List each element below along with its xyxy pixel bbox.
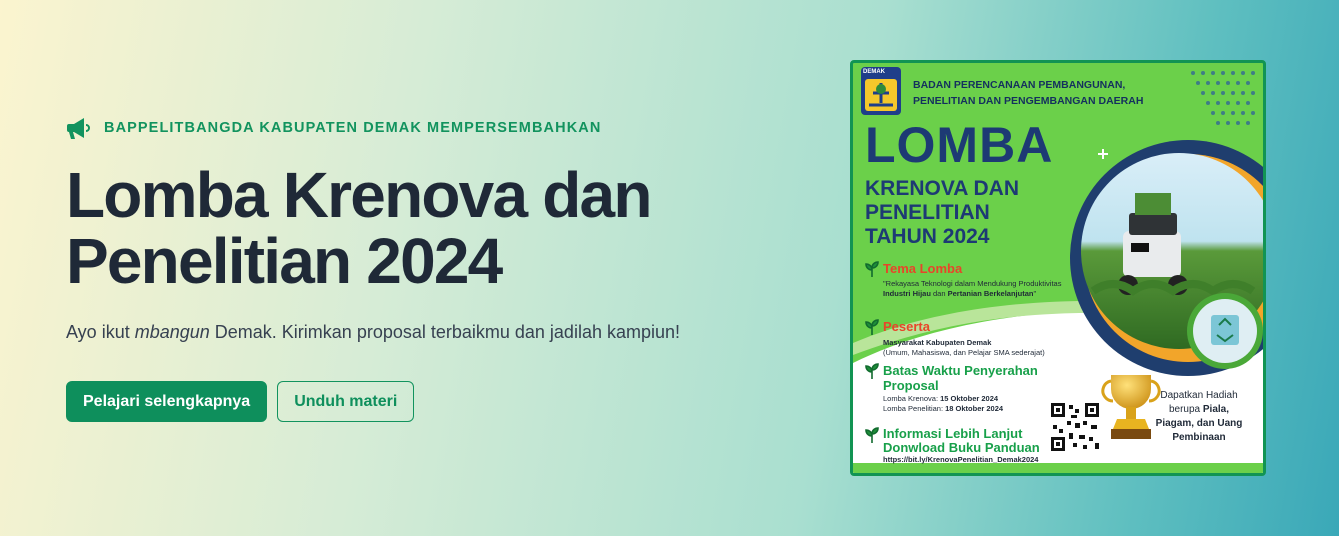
poster-headline: LOMBA bbox=[865, 117, 1054, 173]
subtitle-text-after: Demak. Kirimkan proposal terbaikmu dan j… bbox=[209, 322, 681, 342]
deadline-penelitian: Lomba Penelitian: 18 Oktober 2024 bbox=[883, 404, 1053, 414]
participants-line-2: (Umum, Mahasiswa, dan Pelajar SMA sedera… bbox=[883, 348, 1045, 357]
deadline-krenova: Lomba Krenova: 15 Oktober 2024 bbox=[883, 394, 1053, 404]
hero-section: BAPPELITBANGDA KABUPATEN DEMAK MEMPERSEM… bbox=[66, 116, 786, 422]
eyebrow-text: BAPPELITBANGDA KABUPATEN DEMAK MEMPERSEM… bbox=[104, 120, 602, 136]
poster-participants-description: Masyarakat Kabupaten Demak (Umum, Mahasi… bbox=[883, 338, 1083, 358]
subtitle-text-before: Ayo ikut bbox=[66, 322, 135, 342]
deadline-krenova-label: Lomba Krenova: bbox=[883, 394, 941, 403]
button-row: Pelajari selengkapnya Unduh materi bbox=[66, 381, 786, 422]
leaf-icon bbox=[865, 261, 879, 277]
leaf-icon bbox=[865, 427, 879, 443]
poster-org-line-2: PENELITIAN DAN PENGEMBANGAN DAERAH bbox=[913, 95, 1144, 107]
poster-logo-text: DEMAK bbox=[863, 69, 885, 75]
poster-subheadline-line-2: PENELITIAN bbox=[865, 201, 990, 224]
poster-participants-title: Peserta bbox=[883, 319, 930, 334]
poster-prize-text: Dapatkan Hadiah berupa Piala, Piagam, da… bbox=[1151, 389, 1247, 445]
poster-theme-description: "Rekayasa Teknologi dalam Mendukung Prod… bbox=[883, 279, 1073, 299]
learn-more-button[interactable]: Pelajari selengkapnya bbox=[66, 381, 268, 422]
download-material-button[interactable]: Unduh materi bbox=[277, 381, 415, 422]
poster-subheadline-line-1: KRENOVA DAN bbox=[865, 177, 1020, 200]
theme-desc-bold-1: Industri Hijau bbox=[883, 289, 931, 298]
theme-desc-bold-2: Pertanian Berkelanjutan bbox=[947, 289, 1034, 298]
poster-deadline-dates: Lomba Krenova: 15 Oktober 2024 Lomba Pen… bbox=[883, 394, 1053, 414]
participants-line-1: Masyarakat Kabupaten Demak bbox=[883, 338, 992, 347]
poster-org-line-1: BADAN PERENCANAAN PEMBANGUNAN, bbox=[913, 79, 1126, 91]
deadline-penelitian-date: 18 Oktober 2024 bbox=[945, 404, 1004, 413]
hero-subtitle: Ayo ikut mbangun Demak. Kirimkan proposa… bbox=[66, 318, 786, 346]
page-title: Lomba Krenova dan Penelitian 2024 bbox=[66, 159, 652, 297]
event-poster[interactable]: DEMAK BADAN PERENCANAAN PEMBANGUNAN, PEN… bbox=[850, 60, 1266, 476]
megaphone-icon bbox=[66, 116, 92, 140]
leaf-icon bbox=[865, 363, 879, 379]
leaf-icon bbox=[865, 319, 879, 335]
deadline-penelitian-label: Lomba Penelitian: bbox=[883, 404, 946, 413]
poster-guide-link: https://bit.ly/KrenovaPenelitian_Demak20… bbox=[883, 455, 1039, 464]
theme-desc-part-1: "Rekayasa Teknologi dalam Mendukung Prod… bbox=[883, 279, 1062, 288]
theme-desc-part-3: " bbox=[1033, 289, 1037, 298]
deadline-krenova-date: 15 Oktober 2024 bbox=[940, 394, 999, 403]
poster-subheadline: KRENOVA DAN PENELITIAN TAHUN 2024 bbox=[865, 177, 1055, 249]
poster-organization: BADAN PERENCANAAN PEMBANGUNAN, PENELITIA… bbox=[913, 77, 1173, 109]
theme-desc-part-2: dan bbox=[930, 289, 948, 298]
eyebrow: BAPPELITBANGDA KABUPATEN DEMAK MEMPERSEM… bbox=[66, 116, 786, 140]
poster-info-title: Informasi Lebih Lanjut Donwload Buku Pan… bbox=[883, 426, 1040, 455]
poster-subheadline-line-3: TAHUN 2024 bbox=[865, 225, 990, 248]
poster-deadline-title: Batas Waktu Penyerahan Proposal bbox=[883, 363, 1038, 393]
poster-theme-title: Tema Lomba bbox=[883, 261, 963, 276]
subtitle-emphasis: mbangun bbox=[134, 322, 210, 342]
